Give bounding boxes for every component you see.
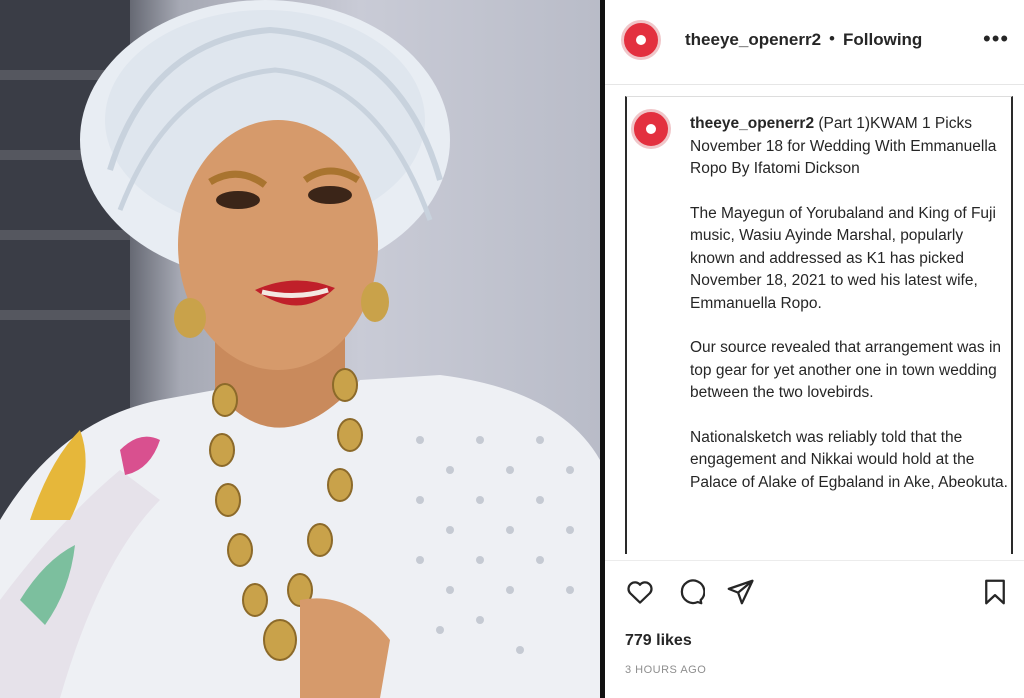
comment-icon[interactable] xyxy=(675,577,705,607)
heart-icon[interactable] xyxy=(625,577,655,607)
separator-dot: • xyxy=(829,29,835,48)
post-panel: theeye_openerr2 • Following ••• theeye_o… xyxy=(605,0,1024,698)
bookmark-icon[interactable] xyxy=(980,577,1010,607)
caption-box: theeye_openerr2 (Part 1)KWAM 1 Picks Nov… xyxy=(625,96,1013,554)
timestamp: 3 HOURS AGO xyxy=(625,664,707,676)
more-icon[interactable]: ••• xyxy=(983,26,1009,52)
header-username[interactable]: theeye_openerr2 xyxy=(685,30,821,50)
post-header: theeye_openerr2 • Following ••• xyxy=(605,0,1024,85)
caption-paragraph: The Mayegun of Yorubaland and King of Fu… xyxy=(690,204,996,312)
action-bar xyxy=(605,560,1024,617)
caption-headline: theeye_openerr2 (Part 1)KWAM 1 Picks Nov… xyxy=(690,113,1008,181)
caption-paragraph: Nationalsketch was reliably told that th… xyxy=(690,428,1008,491)
portrait-image xyxy=(0,0,600,698)
caption-username[interactable]: theeye_openerr2 xyxy=(690,115,814,132)
send-icon[interactable] xyxy=(725,577,755,607)
caption-text: theeye_openerr2 (Part 1)KWAM 1 Picks Nov… xyxy=(690,113,1008,516)
post-photo[interactable] xyxy=(0,0,600,698)
caption-avatar[interactable] xyxy=(631,109,671,149)
avatar[interactable] xyxy=(621,20,661,60)
caption-paragraph: Our source revealed that arrangement was… xyxy=(690,339,1002,401)
likes-count[interactable]: 779 likes xyxy=(625,632,692,650)
following-button[interactable]: Following xyxy=(843,30,922,50)
